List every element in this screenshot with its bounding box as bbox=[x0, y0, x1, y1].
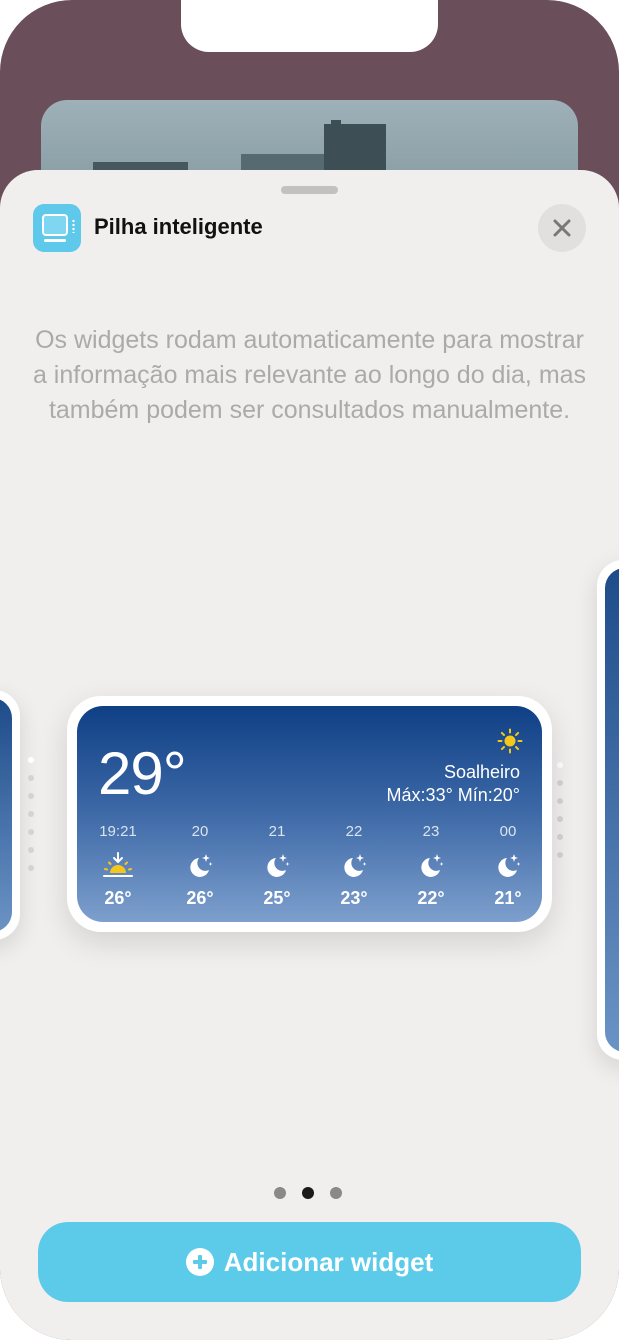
forecast-temperature: 22° bbox=[417, 888, 445, 908]
moon-stars-icon bbox=[498, 854, 521, 877]
weather-widget: 29° Soalheiro Máx:33° Mín:20° 19:21 26° … bbox=[77, 706, 542, 922]
hourly-forecast-item: 22 23° bbox=[319, 823, 389, 909]
next-widget-preview[interactable] bbox=[597, 560, 619, 1060]
plus-circle-icon bbox=[185, 1248, 214, 1276]
sheet-description: Os widgets rodam automaticamente para mo… bbox=[32, 326, 587, 424]
page-indicator[interactable] bbox=[274, 1187, 342, 1199]
current-temperature: 29° bbox=[98, 740, 187, 807]
forecast-temperature: 26° bbox=[186, 888, 214, 908]
close-button[interactable] bbox=[538, 204, 586, 252]
moon-stars-icon bbox=[421, 854, 444, 877]
hourly-forecast-item: 23 22° bbox=[396, 823, 466, 909]
weather-condition: Soalheiro bbox=[443, 762, 520, 782]
previous-widget-preview[interactable] bbox=[0, 690, 20, 940]
stack-indicator-right bbox=[557, 762, 563, 870]
add-widget-button[interactable]: Adicionar widget bbox=[38, 1222, 581, 1302]
moon-stars-icon bbox=[344, 854, 367, 877]
sunset-icon bbox=[103, 852, 133, 877]
forecast-temperature: 21° bbox=[494, 888, 522, 908]
page-dot-active[interactable] bbox=[302, 1187, 314, 1199]
phone-screen: Pilha inteligente Os widgets rodam autom… bbox=[0, 0, 619, 1340]
forecast-temperature: 26° bbox=[104, 888, 132, 908]
sheet-title: Pilha inteligente bbox=[94, 214, 263, 239]
page-dot[interactable] bbox=[274, 1187, 286, 1199]
page-dot[interactable] bbox=[330, 1187, 342, 1199]
close-icon bbox=[553, 219, 571, 237]
hourly-forecast-item: 00 21° bbox=[473, 823, 542, 909]
widget-gallery-sheet: Pilha inteligente Os widgets rodam autom… bbox=[0, 170, 619, 1340]
forecast-time: 21 bbox=[268, 823, 286, 840]
weather-widget-card[interactable]: 29° Soalheiro Máx:33° Mín:20° 19:21 26° … bbox=[67, 696, 552, 932]
forecast-time: 19:21 bbox=[99, 823, 137, 840]
hourly-forecast-item: 20 26° bbox=[165, 823, 235, 909]
add-widget-label: Adicionar widget bbox=[223, 1246, 434, 1277]
hourly-forecast-item: 21 25° bbox=[242, 823, 312, 909]
forecast-time: 22 bbox=[345, 823, 363, 840]
sun-icon bbox=[497, 728, 523, 754]
hourly-forecast-item: 19:21 26° bbox=[83, 823, 153, 909]
moon-stars-icon bbox=[267, 854, 290, 877]
display-notch bbox=[181, 0, 438, 52]
forecast-temperature: 25° bbox=[263, 888, 291, 908]
forecast-time: 00 bbox=[499, 823, 517, 840]
moon-stars-icon bbox=[190, 854, 213, 877]
smart-stack-icon bbox=[33, 204, 81, 252]
sheet-grabber[interactable] bbox=[281, 186, 338, 194]
forecast-time: 23 bbox=[422, 823, 440, 840]
forecast-temperature: 23° bbox=[340, 888, 368, 908]
stack-indicator-left bbox=[28, 757, 34, 883]
forecast-time: 20 bbox=[191, 823, 209, 840]
high-low-temperature: Máx:33° Mín:20° bbox=[386, 785, 520, 805]
